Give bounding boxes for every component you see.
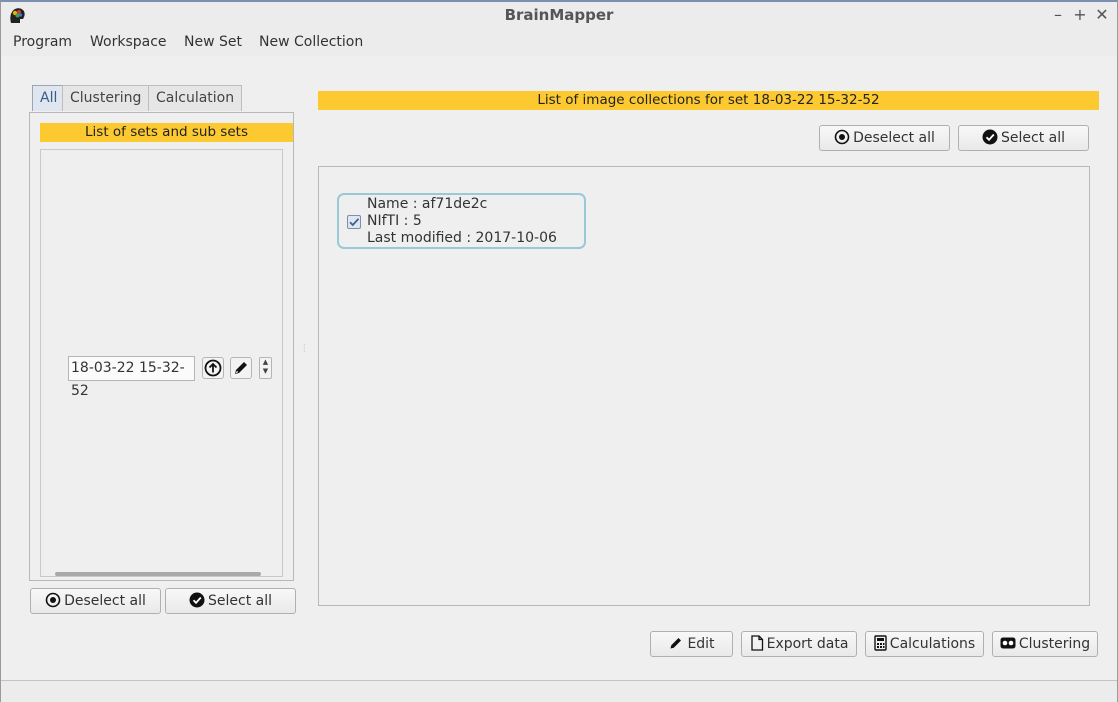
- tab-calculation[interactable]: Calculation: [148, 85, 243, 111]
- radio-dot-icon: [45, 592, 61, 608]
- check-circle-icon: [982, 129, 998, 145]
- set-name-field[interactable]: 18-03-22 15-32-52: [68, 356, 195, 399]
- main-deselect-all-button[interactable]: Deselect all: [819, 125, 950, 151]
- collection-info: Name : af71de2c NIfTI : 5 Last modified …: [367, 196, 557, 247]
- calculations-button[interactable]: Calculations: [865, 631, 984, 657]
- status-bar: [1, 680, 1117, 702]
- tab-all[interactable]: All: [32, 85, 66, 111]
- window-title: BrainMapper: [504, 6, 614, 24]
- left-deselect-all-button[interactable]: Deselect all: [30, 588, 161, 614]
- main-window: BrainMapper – + ✕ Program Workspace New …: [0, 0, 1118, 702]
- export-data-button[interactable]: Export data: [741, 631, 857, 657]
- collection-checkbox[interactable]: [347, 215, 361, 229]
- menu-workspace[interactable]: Workspace: [90, 34, 167, 50]
- pencil-icon: [670, 638, 682, 649]
- edit-button[interactable]: Edit: [650, 631, 733, 657]
- close-button[interactable]: ✕: [1093, 5, 1111, 25]
- title-bar: BrainMapper – + ✕: [1, 2, 1117, 30]
- left-select-all-label: Select all: [208, 593, 272, 609]
- collections-header: List of image collections for set 18-03-…: [318, 91, 1099, 110]
- collection-name: Name : af71de2c: [367, 196, 488, 212]
- pencil-icon: [235, 362, 247, 374]
- main-select-all-button[interactable]: Select all: [958, 125, 1089, 151]
- menu-program[interactable]: Program: [13, 34, 72, 50]
- main-select-all-label: Select all: [1001, 130, 1065, 146]
- left-deselect-all-label: Deselect all: [64, 593, 146, 609]
- calculator-icon: [874, 635, 887, 651]
- checkmark-icon: [349, 218, 360, 227]
- check-circle-icon: [189, 592, 205, 608]
- document-icon: [750, 635, 763, 651]
- export-data-label: Export data: [766, 636, 849, 652]
- sets-header: List of sets and sub sets: [40, 123, 293, 142]
- menu-new-collection[interactable]: New Collection: [259, 34, 363, 50]
- collection-last-modified: Last modified : 2017-10-06: [367, 230, 557, 246]
- radio-dot-icon: [834, 129, 850, 145]
- main-deselect-all-label: Deselect all: [853, 130, 935, 146]
- tab-clustering[interactable]: Clustering: [62, 85, 150, 111]
- calculations-label: Calculations: [889, 636, 976, 652]
- clustering-icon: [1000, 637, 1016, 649]
- arrow-up-circle-icon: [204, 359, 222, 377]
- edit-label: Edit: [687, 636, 715, 652]
- panel-splitter[interactable]: · · ·: [303, 342, 306, 356]
- maximize-button[interactable]: +: [1071, 5, 1089, 25]
- menu-new-set[interactable]: New Set: [184, 34, 242, 50]
- collections-area: Name : af71de2c NIfTI : 5 Last modified …: [318, 166, 1090, 606]
- edit-set-button[interactable]: [230, 357, 252, 379]
- clustering-button[interactable]: Clustering: [992, 631, 1098, 657]
- collection-card[interactable]: Name : af71de2c NIfTI : 5 Last modified …: [337, 193, 586, 249]
- upload-button[interactable]: [202, 357, 224, 379]
- minimize-button[interactable]: –: [1049, 5, 1067, 25]
- sets-panel: List of sets and sub sets 18-03-22 15-32…: [29, 112, 294, 581]
- menu-bar: Program Workspace New Set New Collection: [1, 30, 1117, 56]
- left-select-all-button[interactable]: Select all: [165, 588, 296, 614]
- horizontal-scrollbar[interactable]: [55, 572, 261, 576]
- order-spinner[interactable]: ▲ ▼: [259, 357, 272, 379]
- collection-nifti-count: NIfTI : 5: [367, 213, 422, 229]
- clustering-label: Clustering: [1018, 636, 1091, 652]
- sets-list[interactable]: 18-03-22 15-32-52 ▲ ▼: [40, 149, 283, 577]
